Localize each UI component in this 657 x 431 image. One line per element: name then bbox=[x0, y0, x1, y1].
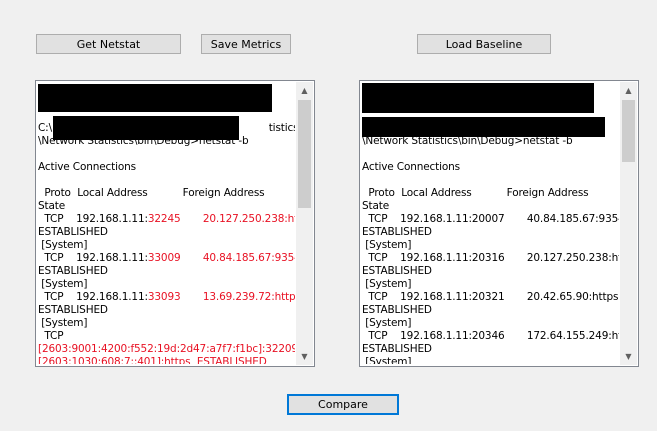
changed-value: 20.127.250.238:https bbox=[202, 213, 295, 225]
compare-button[interactable]: Compare bbox=[287, 394, 399, 415]
changed-value: 13.69.239.72:https bbox=[202, 291, 295, 303]
output-line: Active Connections bbox=[362, 161, 460, 173]
redaction-block bbox=[38, 84, 272, 112]
output-line: State bbox=[38, 200, 66, 212]
get-netstat-button[interactable]: Get Netstat bbox=[36, 34, 181, 54]
redaction-block bbox=[362, 117, 605, 137]
line-segment: TCP 192.168.1.11: bbox=[38, 252, 148, 264]
output-line: TCP 192.168.1.11:20321 20.42.65.90:https bbox=[362, 291, 619, 303]
output-line: [System] bbox=[362, 317, 412, 329]
output-line: TCP 192.168.1.11:20346 172.64.155.249:ht… bbox=[362, 330, 619, 342]
line-segment: TCP 192.168.1.11: bbox=[38, 213, 148, 225]
changed-value: 40.84.185.67:9354 bbox=[202, 252, 295, 264]
output-line: ESTABLISHED bbox=[362, 343, 432, 355]
output-line: ESTABLISHED bbox=[362, 265, 432, 277]
output-line: ESTABLISHED bbox=[38, 226, 108, 238]
line-segment: TCP 192.168.1.11: bbox=[38, 291, 148, 303]
output-line: ESTABLISHED bbox=[38, 304, 108, 316]
scroll-down-icon[interactable]: ▼ bbox=[620, 348, 637, 365]
scroll-down-icon[interactable]: ▼ bbox=[296, 348, 313, 365]
scroll-up-icon[interactable]: ▲ bbox=[296, 82, 313, 99]
output-line: ESTABLISHED bbox=[362, 304, 432, 316]
changed-value: [2603:9001:4200:f552:19d:2d47:a7f7:f1bc]… bbox=[38, 343, 295, 355]
output-line: TCP 192.168.1.11:32245 20.127.250.238:ht… bbox=[38, 213, 295, 226]
output-line: [2603:1030:608:7::401]:https ESTABLISHED bbox=[38, 356, 295, 364]
scroll-up-icon[interactable]: ▲ bbox=[620, 82, 637, 99]
output-line: Proto Local Address Foreign Address bbox=[38, 187, 265, 199]
output-line: ESTABLISHED bbox=[38, 265, 108, 277]
output-line: TCP bbox=[38, 330, 64, 342]
output-line: [System] bbox=[38, 317, 88, 329]
output-line: [2603:9001:4200:f552:19d:2d47:a7f7:f1bc]… bbox=[38, 343, 295, 356]
line-segment bbox=[181, 213, 203, 225]
output-line: [System] bbox=[362, 278, 412, 290]
redaction-block bbox=[53, 116, 239, 140]
changed-value: 33093 bbox=[147, 291, 181, 303]
output-line: [System] bbox=[362, 356, 412, 364]
output-line: Active Connections bbox=[38, 161, 136, 173]
scroll-thumb[interactable] bbox=[622, 100, 635, 162]
output-line: TCP 192.168.1.11:33093 13.69.239.72:http… bbox=[38, 291, 295, 304]
load-baseline-button[interactable]: Load Baseline bbox=[417, 34, 551, 54]
output-line: ESTABLISHED bbox=[362, 226, 432, 238]
output-line: Proto Local Address Foreign Address bbox=[362, 187, 589, 199]
baseline-netstat-output[interactable]: \Network Statistics\bin\Debug>netstat -b… bbox=[359, 80, 639, 367]
output-line: State bbox=[362, 200, 390, 212]
save-metrics-button[interactable]: Save Metrics bbox=[201, 34, 291, 54]
output-line: TCP 192.168.1.11:20007 40.84.185.67:9354 bbox=[362, 213, 619, 225]
output-line: TCP 192.168.1.11:20316 20.127.250.238:ht… bbox=[362, 252, 619, 264]
current-netstat-output[interactable]: C:\ tistics\Network Statistics\bin\Debug… bbox=[35, 80, 315, 367]
output-line: [System] bbox=[362, 239, 412, 251]
output-line: [System] bbox=[38, 239, 88, 251]
changed-value: [2603:1030:608:7::401]:https ESTABLISHED bbox=[38, 356, 267, 364]
vertical-scrollbar[interactable]: ▲ ▼ bbox=[620, 82, 637, 365]
output-line: TCP 192.168.1.11:33009 40.84.185.67:9354 bbox=[38, 252, 295, 265]
redaction-block bbox=[362, 83, 594, 113]
changed-value: 33009 bbox=[147, 252, 181, 264]
line-segment bbox=[181, 252, 203, 264]
line-segment bbox=[181, 291, 203, 303]
output-line: [System] bbox=[38, 278, 88, 290]
scroll-thumb[interactable] bbox=[298, 100, 311, 208]
changed-value: 32245 bbox=[147, 213, 181, 225]
vertical-scrollbar[interactable]: ▲ ▼ bbox=[296, 82, 313, 365]
